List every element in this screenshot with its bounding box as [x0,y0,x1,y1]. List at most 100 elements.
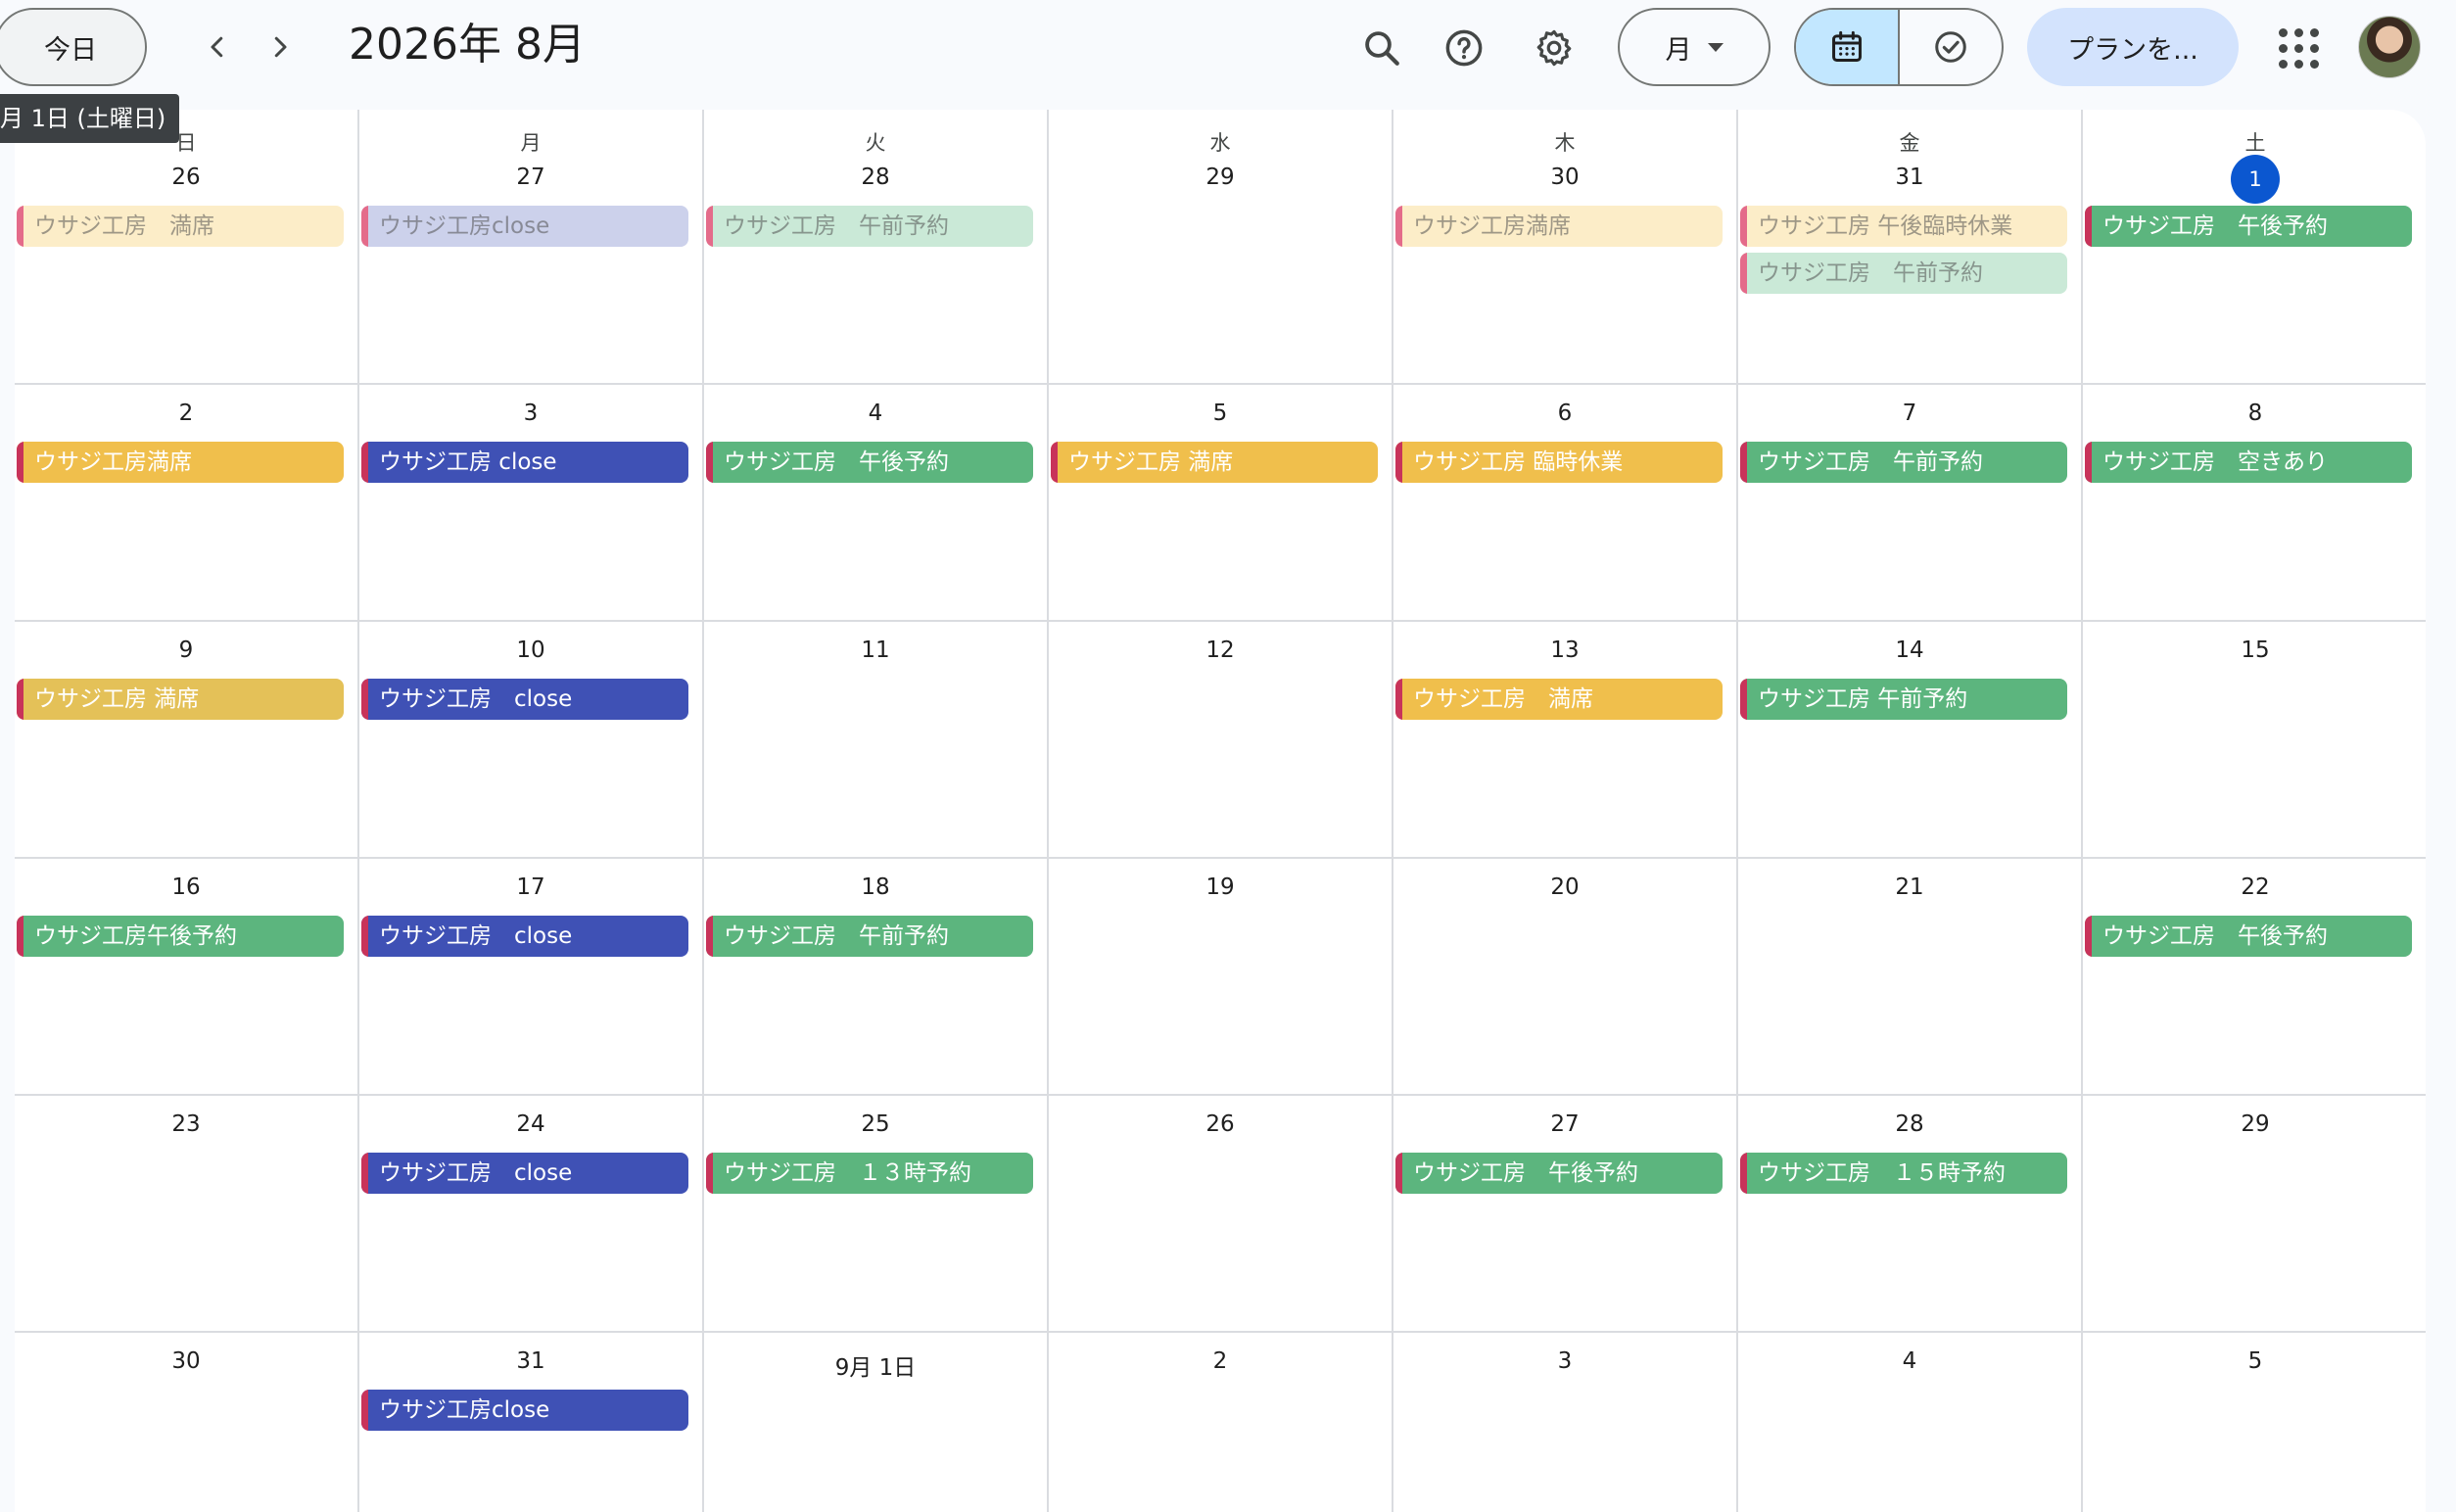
date-number[interactable]: 20 [1393,874,1736,900]
date-number[interactable]: 30 [1393,165,1736,190]
day-cell[interactable]: 7 ウサジ工房 午前予約 [1738,385,2083,620]
date-number[interactable]: 27 [1393,1111,1736,1137]
day-cell[interactable]: 4 ウサジ工房 午後予約 [704,385,1049,620]
day-cell[interactable]: 22 ウサジ工房 午後予約 [2083,859,2426,1094]
day-cell[interactable]: 31 ウサジ工房close [359,1333,704,1512]
day-cell[interactable]: 9 ウサジ工房 満席 [15,622,359,857]
event-chip[interactable]: ウサジ工房 臨時休業 [1395,442,1723,483]
date-number[interactable]: 4 [1738,1348,2081,1374]
date-number[interactable]: 14 [1738,638,2081,663]
calendar-view-toggle[interactable] [1796,10,1900,84]
date-number[interactable]: 31 [1738,165,2081,190]
day-cell[interactable]: 11 [704,622,1049,857]
day-cell[interactable]: 27 ウサジ工房 午後予約 [1393,1096,1738,1331]
date-number[interactable]: 26 [1049,1111,1392,1137]
date-number[interactable]: 7 [1738,401,2081,426]
date-number[interactable]: 22 [2083,874,2426,900]
event-chip[interactable]: ウサジ工房 満席 [1051,442,1378,483]
event-chip[interactable]: ウサジ工房 １５時予約 [1740,1153,2067,1194]
date-number[interactable]: 15 [2083,638,2426,663]
day-cell[interactable]: 30 [15,1333,359,1512]
date-number[interactable]: 8 [2083,401,2426,426]
day-cell[interactable]: 9月 1日 [704,1333,1049,1512]
date-number[interactable]: 10 [359,638,702,663]
day-cell[interactable]: 18 ウサジ工房 午前予約 [704,859,1049,1094]
event-chip[interactable]: ウサジ工房 close [361,442,688,483]
event-chip[interactable]: ウサジ工房 空きあり [2085,442,2412,483]
day-cell[interactable]: 月 27 ウサジ工房close [359,110,704,383]
day-cell[interactable]: 3 [1393,1333,1738,1512]
date-number[interactable]: 6 [1393,401,1736,426]
day-cell[interactable]: 26 [1049,1096,1393,1331]
day-cell[interactable]: 8 ウサジ工房 空きあり [2083,385,2426,620]
date-number[interactable]: 16 [15,874,357,900]
day-cell[interactable]: 火 28 ウサジ工房 午前予約 [704,110,1049,383]
date-number[interactable]: 18 [704,874,1047,900]
settings-button[interactable] [1526,20,1582,76]
day-cell[interactable]: 金 31 ウサジ工房 午後臨時休業 ウサジ工房 午前予約 [1738,110,2083,383]
event-chip[interactable]: ウサジ工房 close [361,916,688,957]
date-number[interactable]: 9月 1日 [704,1348,1047,1382]
google-apps-icon[interactable] [2270,20,2327,76]
date-number[interactable]: 13 [1393,638,1736,663]
day-cell[interactable]: 24 ウサジ工房 close [359,1096,704,1331]
previous-month-button[interactable] [192,22,243,72]
day-cell[interactable]: 19 [1049,859,1393,1094]
date-number[interactable]: 5 [1049,401,1392,426]
view-selector[interactable]: 月 [1618,8,1771,86]
event-chip[interactable]: ウサジ工房 満席 [17,679,344,720]
day-cell[interactable]: 10 ウサジ工房 close [359,622,704,857]
event-chip[interactable]: ウサジ工房 close [361,679,688,720]
date-number[interactable]: 2 [1049,1348,1392,1374]
event-chip[interactable]: ウサジ工房 午前予約 [1740,679,2067,720]
event-chip[interactable]: ウサジ工房 満席 [17,206,344,247]
event-chip[interactable]: ウサジ工房 午前予約 [1740,442,2067,483]
day-cell[interactable]: 12 [1049,622,1393,857]
date-number[interactable]: 23 [15,1111,357,1137]
day-cell[interactable]: 15 [2083,622,2426,857]
day-cell[interactable]: 20 [1393,859,1738,1094]
today-button[interactable]: 今日 [0,8,147,86]
date-number[interactable]: 30 [15,1348,357,1374]
day-cell[interactable]: 土 1 ウサジ工房 午後予約 [2083,110,2426,383]
event-chip[interactable]: ウサジ工房close [361,1390,688,1431]
event-chip[interactable]: ウサジ工房午後予約 [17,916,344,957]
event-chip[interactable]: ウサジ工房 午前予約 [1740,253,2067,294]
date-number[interactable]: 28 [704,165,1047,190]
today-date-number[interactable]: 1 [2083,155,2426,204]
tasks-view-toggle[interactable] [1900,10,2002,84]
avatar[interactable] [2358,16,2421,78]
date-number[interactable]: 21 [1738,874,2081,900]
help-button[interactable] [1436,20,1492,76]
event-chip[interactable]: ウサジ工房満席 [17,442,344,483]
day-cell[interactable]: 木 30 ウサジ工房満席 [1393,110,1738,383]
day-cell[interactable]: 5 [2083,1333,2426,1512]
date-number[interactable]: 29 [1049,165,1392,190]
event-chip[interactable]: ウサジ工房 午後予約 [706,442,1033,483]
date-number[interactable]: 11 [704,638,1047,663]
day-cell[interactable]: 5 ウサジ工房 満席 [1049,385,1393,620]
day-cell[interactable]: 4 [1738,1333,2083,1512]
event-chip[interactable]: ウサジ工房 午前予約 [706,206,1033,247]
event-chip[interactable]: ウサジ工房 午前予約 [706,916,1033,957]
date-number[interactable]: 28 [1738,1111,2081,1137]
day-cell[interactable]: 14 ウサジ工房 午前予約 [1738,622,2083,857]
event-chip[interactable]: ウサジ工房 １３時予約 [706,1153,1033,1194]
date-number[interactable]: 17 [359,874,702,900]
day-cell[interactable]: 日 26 ウサジ工房 満席 [15,110,359,383]
date-number[interactable]: 29 [2083,1111,2426,1137]
event-chip[interactable]: ウサジ工房 午後予約 [2085,206,2412,247]
day-cell[interactable]: 6 ウサジ工房 臨時休業 [1393,385,1738,620]
next-month-button[interactable] [255,22,306,72]
event-chip[interactable]: ウサジ工房満席 [1395,206,1723,247]
day-cell[interactable]: 2 [1049,1333,1393,1512]
day-cell[interactable]: 23 [15,1096,359,1331]
search-button[interactable] [1353,20,1410,76]
event-chip[interactable]: ウサジ工房 満席 [1395,679,1723,720]
date-number[interactable]: 2 [15,401,357,426]
date-number[interactable]: 31 [359,1348,702,1374]
day-cell[interactable]: 17 ウサジ工房 close [359,859,704,1094]
day-cell[interactable]: 25 ウサジ工房 １３時予約 [704,1096,1049,1331]
day-cell[interactable]: 21 [1738,859,2083,1094]
plan-button[interactable]: プランを... [2027,8,2239,86]
